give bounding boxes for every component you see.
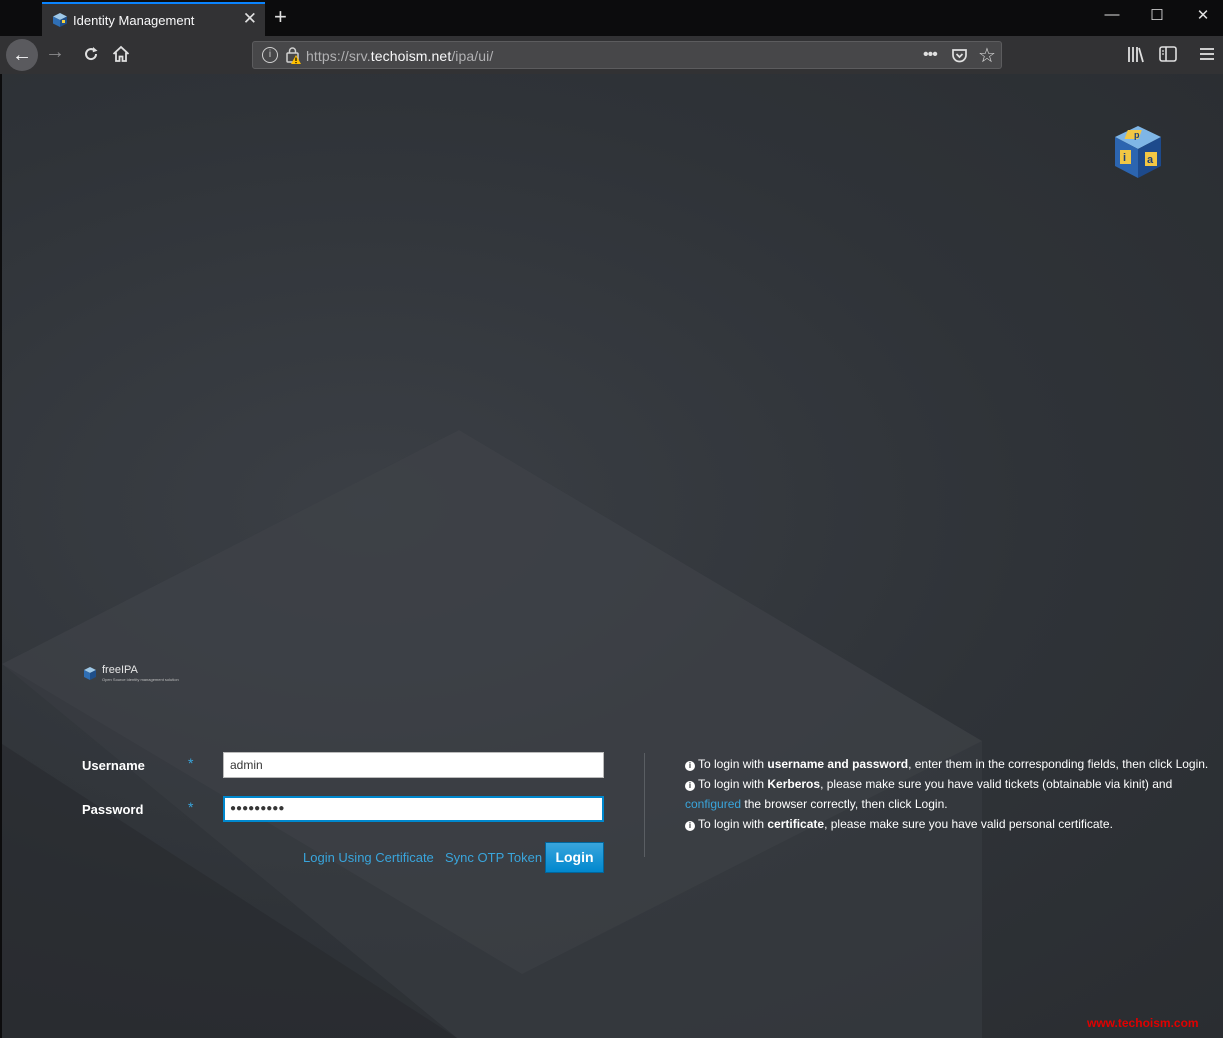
window-close-icon[interactable]: ✕ xyxy=(1188,6,1218,24)
info-icon: i xyxy=(685,781,695,791)
bookmark-star-icon[interactable]: ☆ xyxy=(978,43,996,68)
sidebar-icon[interactable] xyxy=(1159,46,1177,62)
login-page: p i a freeIPA Open Source identity manag… xyxy=(2,74,1223,1038)
help-password: i To login with username and password, en… xyxy=(685,754,1215,774)
help-kerberos: i To login with Kerberos, please make sur… xyxy=(685,777,1173,811)
freeipa-logo-icon xyxy=(84,667,96,680)
new-tab-icon[interactable]: + xyxy=(274,4,287,30)
pocket-icon[interactable] xyxy=(951,47,968,64)
tab-identity-management[interactable]: Identity Management ✕ xyxy=(42,2,265,36)
freeipa-favicon-icon xyxy=(53,13,67,27)
watermark: www.techoism.com xyxy=(1087,1016,1199,1030)
svg-text:i: i xyxy=(1123,152,1126,164)
form-divider xyxy=(644,753,645,857)
navigation-toolbar: ← → i https://srv.techoism.net/ipa/ui/ •… xyxy=(0,36,1223,74)
brand-tagline: Open Source identity management solution xyxy=(102,677,179,682)
maximize-icon[interactable]: ☐ xyxy=(1142,6,1172,24)
minimize-icon[interactable]: — xyxy=(1097,6,1127,23)
site-info-icon[interactable]: i xyxy=(262,47,278,63)
menu-icon[interactable] xyxy=(1199,47,1215,61)
svg-text:a: a xyxy=(1147,154,1154,166)
brand-name: freeIPA xyxy=(102,664,138,676)
login-help: i To login with username and password, en… xyxy=(685,754,1215,834)
ipa-cube-logo-icon: p i a xyxy=(1115,126,1161,178)
login-button[interactable]: Login xyxy=(545,842,604,873)
reload-icon[interactable] xyxy=(79,45,103,63)
svg-text:p: p xyxy=(1134,130,1140,140)
password-label: Password xyxy=(82,802,144,817)
tab-strip: Identity Management ✕ + — ☐ ✕ xyxy=(0,0,1223,36)
home-icon[interactable] xyxy=(109,45,133,63)
insecure-lock-icon[interactable] xyxy=(285,46,301,64)
library-icon[interactable] xyxy=(1127,46,1145,63)
help-certificate: i To login with certificate, please make … xyxy=(685,814,1215,834)
login-using-certificate-link[interactable]: Login Using Certificate xyxy=(303,850,434,865)
back-arrow-icon[interactable]: ← xyxy=(6,39,38,71)
password-required-mark: * xyxy=(188,799,194,815)
page-actions-icon[interactable]: ••• xyxy=(923,46,938,64)
tab-close-icon[interactable]: ✕ xyxy=(243,9,257,29)
sync-otp-token-link[interactable]: Sync OTP Token xyxy=(445,850,542,865)
info-icon: i xyxy=(685,761,695,771)
url-text[interactable]: https://srv.techoism.net/ipa/ui/ xyxy=(306,48,493,64)
username-required-mark: * xyxy=(188,755,194,771)
url-bar[interactable]: i https://srv.techoism.net/ipa/ui/ ••• ☆ xyxy=(252,41,1002,69)
forward-arrow-icon[interactable]: → xyxy=(43,41,67,64)
background-cube-graphic xyxy=(2,430,982,1038)
info-icon: i xyxy=(685,821,695,831)
configured-link[interactable]: configured xyxy=(685,797,741,811)
tab-title: Identity Management xyxy=(73,13,195,28)
username-label: Username xyxy=(82,758,145,773)
username-field[interactable] xyxy=(223,752,604,778)
password-field[interactable]: ●●●●●●●●● xyxy=(223,796,604,822)
